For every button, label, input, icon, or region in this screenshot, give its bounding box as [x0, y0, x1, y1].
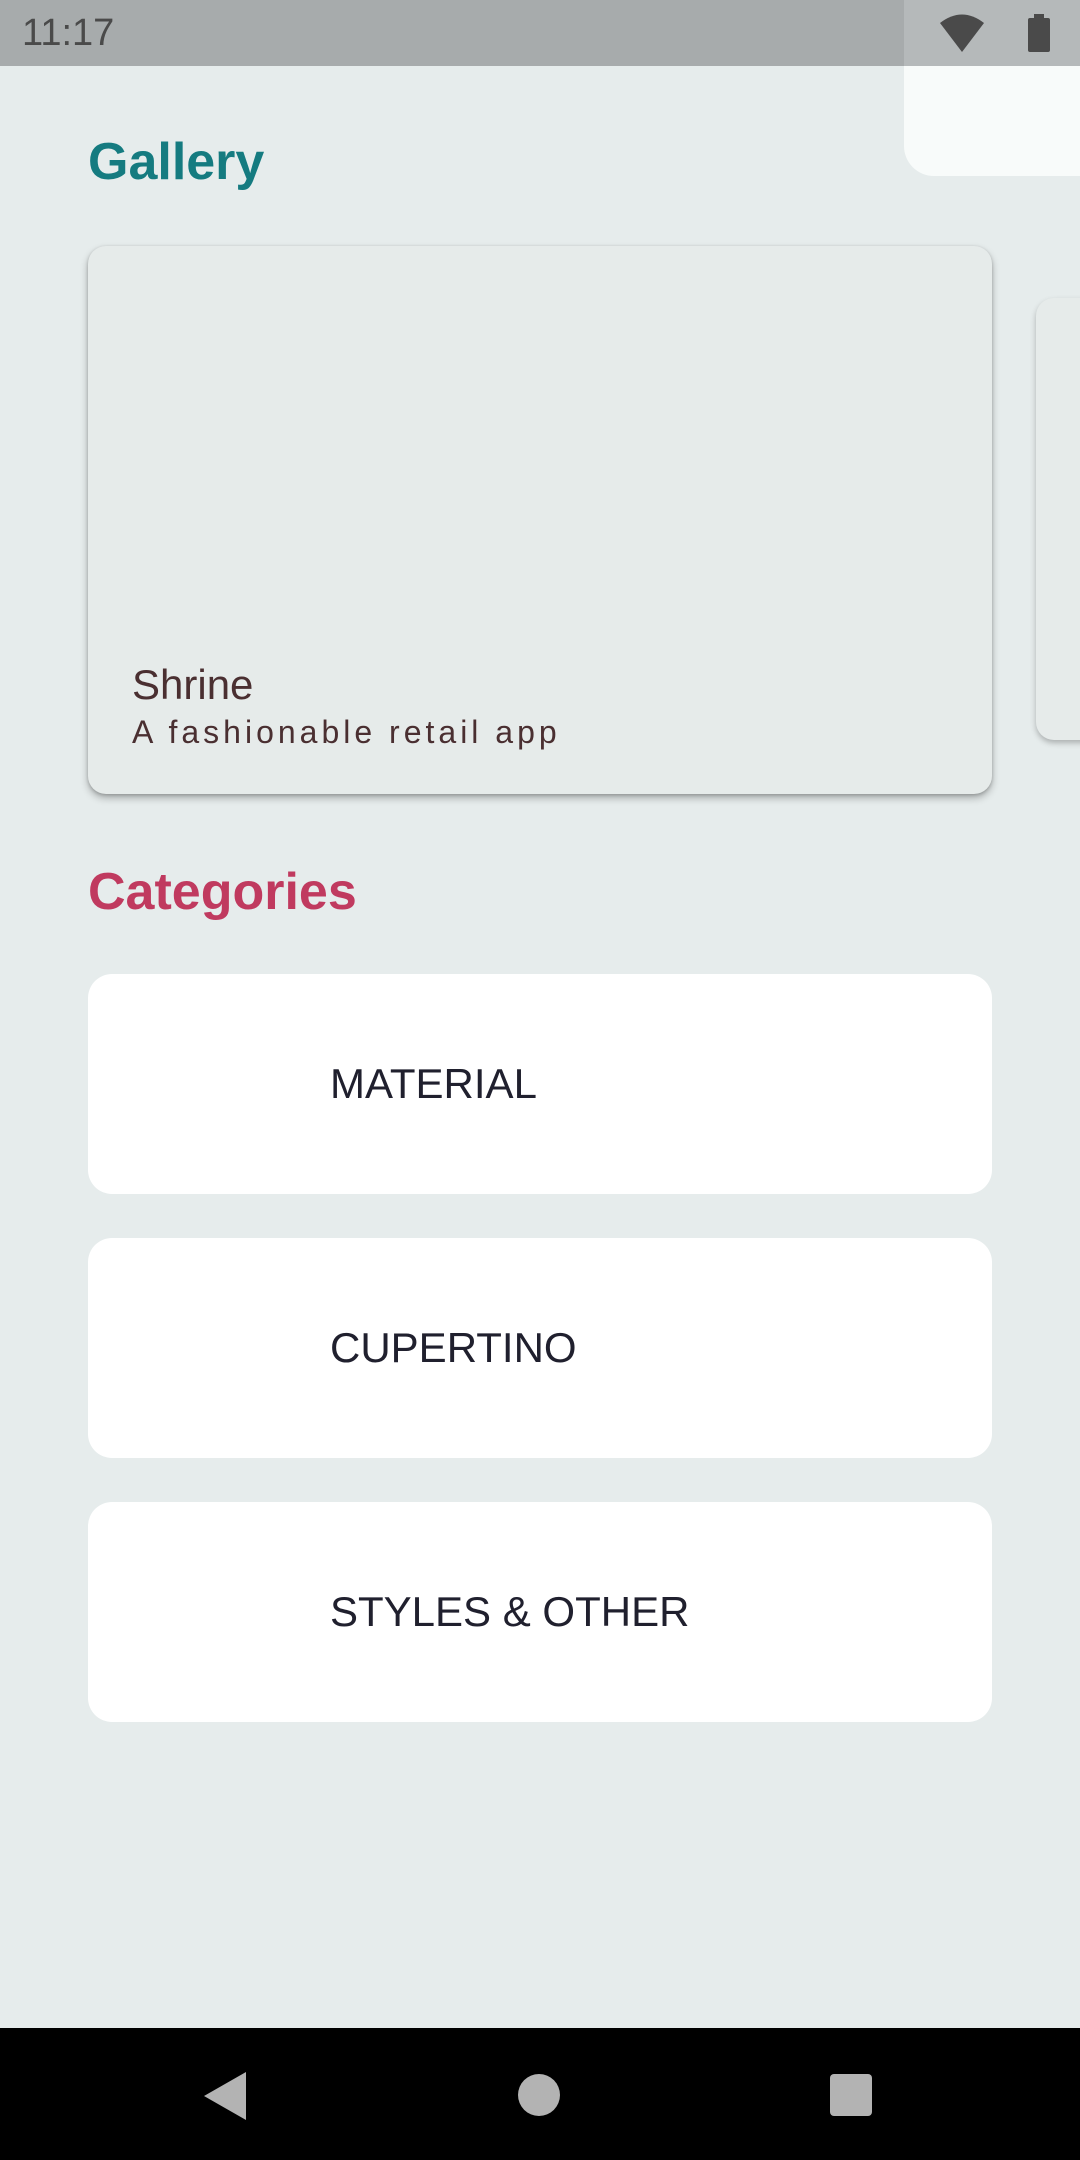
- gallery-card-title: Shrine: [132, 661, 254, 708]
- back-icon[interactable]: [204, 2072, 246, 2120]
- category-material-button[interactable]: MATERIAL: [88, 974, 992, 1194]
- categories-title: Categories: [88, 863, 357, 921]
- battery-icon: [1028, 14, 1050, 52]
- status-bar: 11:17: [0, 0, 1080, 66]
- home-icon[interactable]: [518, 2074, 560, 2116]
- status-time: 11:17: [22, 12, 115, 54]
- category-label: CUPERTINO: [330, 1324, 577, 1371]
- gallery-card-subtitle: A fashionable retail app: [132, 714, 561, 750]
- category-label: STYLES & OTHER: [330, 1588, 690, 1635]
- status-icons: [904, 0, 1080, 66]
- navigation-bar: [0, 2028, 1080, 2160]
- category-label: MATERIAL: [330, 1060, 537, 1107]
- category-styles-other-button[interactable]: STYLES & OTHER: [88, 1502, 992, 1722]
- settings-sheet-corner[interactable]: [904, 66, 1080, 176]
- gallery-card-shrine[interactable]: Shrine A fashionable retail app: [88, 246, 992, 794]
- category-cupertino-button[interactable]: CUPERTINO: [88, 1238, 992, 1458]
- gallery-card-next[interactable]: [1036, 298, 1080, 740]
- gallery-title: Gallery: [88, 133, 265, 191]
- wifi-icon: [940, 14, 984, 52]
- recents-icon[interactable]: [830, 2074, 872, 2116]
